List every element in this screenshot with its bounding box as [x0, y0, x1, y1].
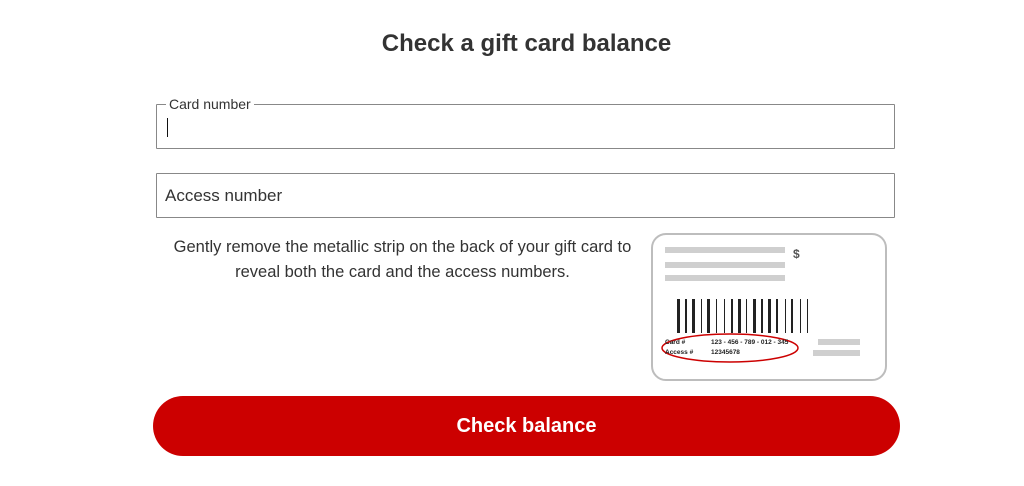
barcode-graphic: [677, 299, 808, 333]
card-currency-symbol: $: [793, 247, 800, 261]
barcode-bar: [724, 299, 725, 333]
card-text-line: [818, 339, 860, 345]
barcode-bar: [753, 299, 756, 333]
gift-card-graphic: [661, 247, 860, 363]
barcode-bar: [776, 299, 778, 333]
barcode-bar: [800, 299, 801, 333]
barcode-bar: [738, 299, 741, 333]
barcode-bar: [785, 299, 786, 333]
access-number-input[interactable]: [157, 174, 894, 217]
barcode-bar: [807, 299, 808, 333]
barcode-bar: [685, 299, 687, 333]
instructions-text: Gently remove the metallic strip on the …: [173, 238, 632, 281]
access-number-caption: Access #: [665, 349, 694, 356]
card-number-input[interactable]: [157, 105, 894, 148]
page-title: Check a gift card balance: [381, 30, 672, 57]
barcode-bar: [768, 299, 771, 333]
barcode-bar: [761, 299, 763, 333]
card-text-line: [665, 247, 785, 253]
barcode-bar: [731, 299, 733, 333]
barcode-bar: [746, 299, 747, 333]
card-text-line: [813, 350, 860, 356]
barcode-bar: [692, 299, 695, 333]
card-text-line: [665, 262, 785, 268]
barcode-bar: [707, 299, 710, 333]
access-number-sample: 12345678: [711, 349, 740, 356]
barcode-bar: [701, 299, 702, 333]
access-number-field[interactable]: [156, 173, 895, 218]
barcode-bar: [677, 299, 680, 333]
card-number-sample: 123 - 456 - 789 - 012 - 345: [711, 339, 789, 346]
gift-card-back-illustration: $ Card # 123 - 456 - 789 - 012 - 345 Acc…: [651, 233, 887, 381]
card-text-line: [665, 275, 785, 281]
check-balance-button[interactable]: Check balance: [153, 396, 900, 456]
card-number-caption: Card #: [665, 339, 686, 346]
barcode-bar: [716, 299, 717, 333]
card-number-field[interactable]: Card number: [156, 96, 895, 149]
barcode-bar: [791, 299, 793, 333]
